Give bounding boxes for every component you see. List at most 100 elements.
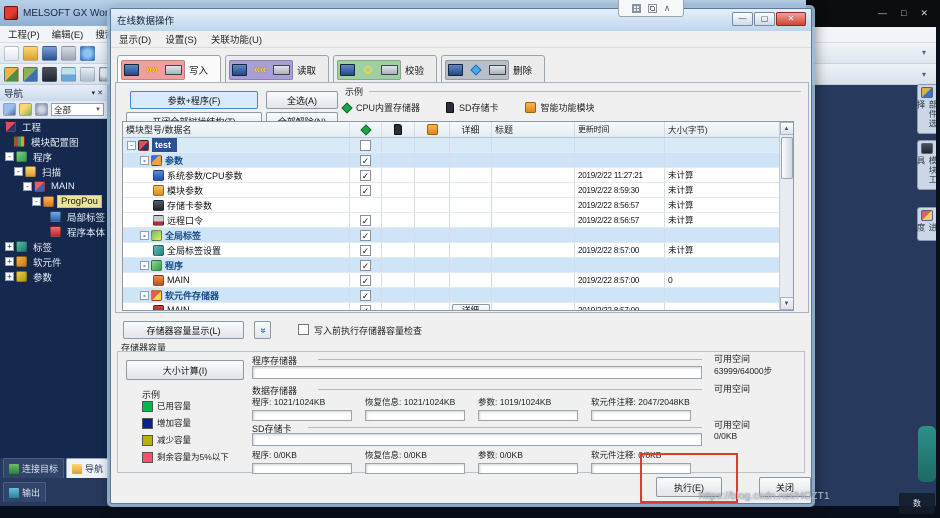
window-view-icon[interactable] (80, 67, 95, 82)
table-row-全局标签设置[interactable]: 全局标签设置✓2019/2/22 8:57:00未计算 (123, 243, 793, 258)
table-row-test[interactable]: -test (123, 138, 793, 153)
collapse-box-icon[interactable]: - (23, 182, 32, 191)
save-project-icon[interactable] (23, 67, 38, 82)
table-row-远程口令[interactable]: 远程口令✓2019/2/22 8:56:57未计算 (123, 213, 793, 228)
expand-box-icon[interactable]: + (5, 257, 14, 266)
checkbox-checked[interactable]: ✓ (360, 260, 371, 271)
tree-item-程序[interactable]: -程序 (0, 149, 107, 164)
chevron-double-down-icon[interactable]: » (254, 321, 271, 339)
checkbox-cell[interactable]: ✓ (350, 183, 382, 197)
collapse-box-icon[interactable]: - (140, 231, 149, 240)
tab-连接目标[interactable]: 连接目标 (3, 458, 64, 478)
new-file-icon[interactable] (4, 46, 19, 61)
grid-icon[interactable] (632, 4, 641, 13)
collapse-box-icon[interactable]: - (5, 152, 14, 161)
tree-item-ProgPou[interactable]: -ProgPou (0, 194, 107, 209)
checkbox-unchecked[interactable] (360, 140, 371, 151)
table-row-参数[interactable]: -参数✓ (123, 153, 793, 168)
checkbox-cell[interactable]: ✓ (350, 303, 382, 311)
window-split-icon[interactable] (61, 67, 76, 82)
checkbox-cell[interactable]: ✓ (350, 213, 382, 227)
expand-tree-icon[interactable] (19, 103, 32, 116)
col-intelligent-module[interactable] (415, 122, 450, 137)
expand-box-icon[interactable]: + (5, 242, 14, 251)
tree-item-软元件[interactable]: +软元件 (0, 254, 107, 269)
tree-item-参数[interactable]: +参数 (0, 269, 107, 284)
toolbar-overflow-icon[interactable]: ▾ (922, 48, 926, 57)
col-detail[interactable]: 详细 (450, 122, 492, 137)
table-row-全局标签[interactable]: -全局标签✓ (123, 228, 793, 243)
tab-output[interactable]: 输出 (3, 482, 46, 502)
panel-options-icon[interactable]: ▾ ✕ (92, 89, 103, 97)
checkbox-checked[interactable]: ✓ (360, 215, 371, 226)
tree-item-工程[interactable]: 工程 (0, 119, 107, 134)
expand-box-icon[interactable]: + (5, 272, 14, 281)
collapse-tree-icon[interactable] (3, 103, 16, 116)
size-calc-button[interactable]: 大小计算(I) (126, 360, 244, 380)
collapse-box-icon[interactable]: - (140, 156, 149, 165)
print-icon[interactable] (61, 46, 76, 61)
col-sd-card[interactable] (382, 122, 415, 137)
checkbox-checked[interactable]: ✓ (360, 305, 371, 312)
vertical-scrollbar[interactable]: ▲ ▼ (779, 122, 793, 310)
collapse-box-icon[interactable]: - (14, 167, 23, 176)
dialog-menu-item[interactable]: 关联功能(U) (211, 32, 262, 46)
minimize-button[interactable]: — (732, 12, 753, 26)
checkbox-cell[interactable]: ✓ (350, 153, 382, 167)
checkbox-cell[interactable]: ✓ (350, 273, 382, 287)
table-row-软元件存储器[interactable]: -软元件存储器✓ (123, 288, 793, 303)
action-tab-校验[interactable]: 校验 (333, 55, 437, 83)
checkbox-cell[interactable]: ✓ (350, 288, 382, 302)
checkbox-cell[interactable]: ✓ (350, 258, 382, 272)
collapse-box-icon[interactable]: - (140, 261, 149, 270)
detail-button[interactable]: 详细 (452, 304, 490, 311)
checkbox-cell[interactable] (350, 198, 382, 212)
checkbox-checked[interactable]: ✓ (360, 170, 371, 181)
tree-item-局部标签[interactable]: 局部标签 (0, 209, 107, 224)
main-menu-item[interactable]: 工程(P) (8, 27, 40, 41)
tree-item-扫描[interactable]: -扫描 (0, 164, 107, 179)
collapse-box-icon[interactable]: - (140, 291, 149, 300)
scrollbar-thumb[interactable] (781, 137, 793, 179)
checkbox-cell[interactable]: ✓ (350, 243, 382, 257)
scroll-up-icon[interactable]: ▲ (780, 122, 794, 135)
select-all-button[interactable]: 全选(A) (266, 91, 338, 109)
tree-item-模块配置图[interactable]: 模块配置图 (0, 134, 107, 149)
action-tab-读取[interactable]: ««读取 (225, 55, 329, 83)
dialog-menu-item[interactable]: 显示(D) (119, 32, 151, 46)
tree-item-程序本体[interactable]: 程序本体 (0, 224, 107, 239)
collapse-box-icon[interactable]: - (127, 141, 136, 150)
table-row-存储卡参数[interactable]: 存储卡参数2019/2/22 8:56:57未计算 (123, 198, 793, 213)
dock-tab-模块工具[interactable]: 模块工具 (917, 140, 936, 190)
capacity-check-checkbox[interactable] (298, 324, 309, 335)
col-title[interactable]: 标题 (492, 122, 575, 137)
module-icon[interactable] (42, 67, 57, 82)
col-updated[interactable]: 更新时间 (575, 122, 665, 137)
save-icon[interactable] (42, 46, 57, 61)
tree-view-icon[interactable] (4, 67, 19, 82)
maximize-button[interactable]: ▢ (754, 12, 775, 26)
tree-item-标签[interactable]: +标签 (0, 239, 107, 254)
action-tab-删除[interactable]: 删除 (441, 55, 545, 83)
checkbox-checked[interactable]: ✓ (360, 230, 371, 241)
table-row-系统参数/CPU参数[interactable]: 系统参数/CPU参数✓2019/2/22 11:27:21未计算 (123, 168, 793, 183)
gear-icon[interactable] (35, 103, 48, 116)
dock-tab-部件选择[interactable]: 部件选择 (917, 84, 936, 134)
table-row-MAIN[interactable]: MAIN✓2019/2/22 8:57:000 (123, 273, 793, 288)
dialog-titlebar[interactable]: 在线数据操作 (111, 9, 811, 31)
table-row-MAIN[interactable]: MAIN✓详细2019/2/22 8:57:00- (123, 303, 793, 311)
checkbox-cell[interactable]: ✓ (350, 168, 382, 182)
help-icon[interactable] (80, 46, 95, 61)
collapse-box-icon[interactable]: - (32, 197, 41, 206)
col-size[interactable]: 大小(字节) (665, 122, 771, 137)
expand-icon[interactable] (648, 4, 657, 13)
restore-icon[interactable]: □ (901, 9, 906, 18)
toolbar-overflow-icon[interactable]: ▾ (922, 70, 926, 79)
main-menu-item[interactable]: 编辑(E) (52, 27, 84, 41)
close-button[interactable]: ✕ (776, 12, 806, 26)
checkbox-cell[interactable] (350, 138, 382, 152)
minimize-icon[interactable]: — (878, 9, 887, 18)
nav-filter-dropdown[interactable]: 全部 ▼ (51, 103, 104, 116)
action-tab-写入[interactable]: »»写入 (117, 55, 221, 83)
table-row-模块参数[interactable]: 模块参数✓2019/2/22 8:59:30未计算 (123, 183, 793, 198)
